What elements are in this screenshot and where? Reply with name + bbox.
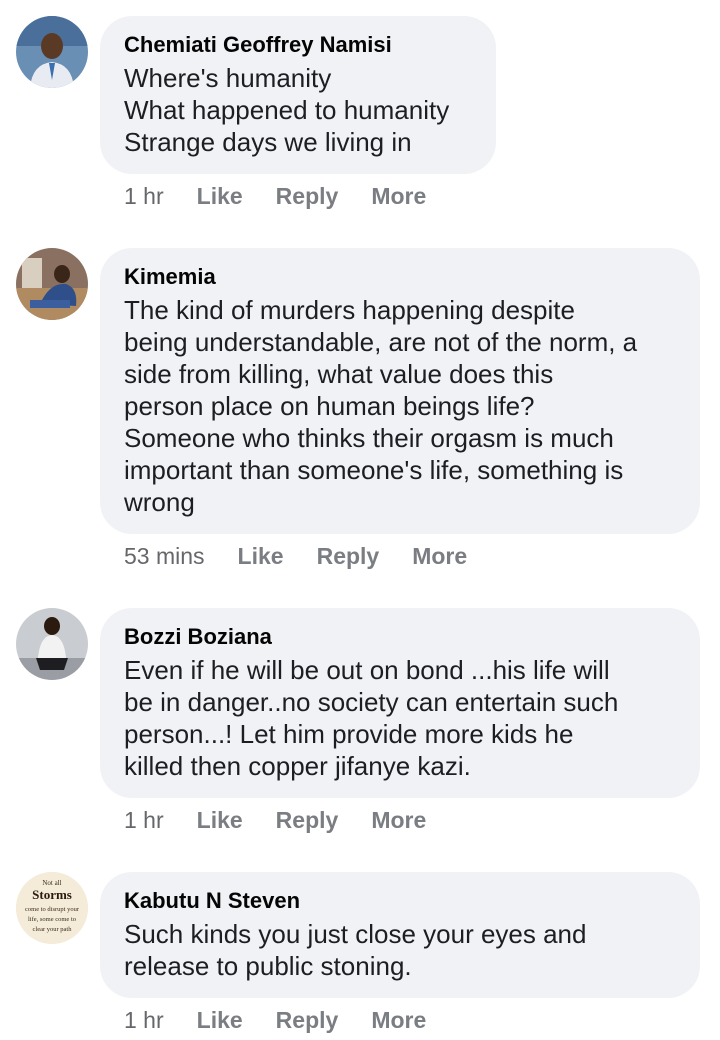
comment-text: Even if he will be out on bond ...his li… bbox=[124, 655, 619, 781]
quote-line: come to disrupt your bbox=[25, 906, 80, 913]
quote-image-icon: Not all Storms come to disrupt your life… bbox=[16, 872, 88, 944]
comment-time[interactable]: 1 hr bbox=[124, 1007, 164, 1034]
more-button[interactable]: More bbox=[371, 807, 426, 834]
avatar[interactable] bbox=[16, 248, 88, 320]
comment-text: Where's humanity What happened to humani… bbox=[124, 63, 450, 157]
comment-bubble: Chemiati Geoffrey Namisi Where's humanit… bbox=[100, 16, 496, 174]
comment-text: Such kinds you just close your eyes and … bbox=[124, 919, 587, 981]
reply-button[interactable]: Reply bbox=[276, 807, 339, 834]
profile-photo-icon bbox=[16, 16, 88, 88]
comment-bubble: Kimemia The kind of murders happening de… bbox=[100, 248, 700, 534]
profile-photo-icon bbox=[16, 248, 88, 320]
like-button[interactable]: Like bbox=[238, 543, 284, 570]
more-button[interactable]: More bbox=[412, 543, 467, 570]
like-button[interactable]: Like bbox=[197, 1007, 243, 1034]
comment-author[interactable]: Kimemia bbox=[124, 262, 676, 292]
comment-actions: 53 mins Like Reply More bbox=[124, 541, 500, 571]
comment-bubble: Kabutu N Steven Such kinds you just clos… bbox=[100, 872, 700, 998]
like-button[interactable]: Like bbox=[197, 183, 243, 210]
quote-line: life, some come to bbox=[28, 916, 76, 923]
avatar[interactable] bbox=[16, 608, 88, 680]
comment-author[interactable]: Chemiati Geoffrey Namisi bbox=[124, 30, 472, 60]
comment-time[interactable]: 53 mins bbox=[124, 543, 205, 570]
comment-actions: 1 hr Like Reply More bbox=[124, 805, 459, 835]
avatar[interactable] bbox=[16, 16, 88, 88]
quote-line: Not all bbox=[42, 879, 61, 887]
profile-photo-icon bbox=[16, 608, 88, 680]
reply-button[interactable]: Reply bbox=[276, 1007, 339, 1034]
more-button[interactable]: More bbox=[371, 183, 426, 210]
avatar[interactable]: Not all Storms come to disrupt your life… bbox=[16, 872, 88, 944]
quote-line: Storms bbox=[32, 887, 72, 902]
reply-button[interactable]: Reply bbox=[276, 183, 339, 210]
reply-button[interactable]: Reply bbox=[317, 543, 380, 570]
comment-author[interactable]: Bozzi Boziana bbox=[124, 622, 676, 652]
comment-time[interactable]: 1 hr bbox=[124, 807, 164, 834]
comment-text: The kind of murders happening despite be… bbox=[124, 295, 638, 517]
like-button[interactable]: Like bbox=[197, 807, 243, 834]
more-button[interactable]: More bbox=[371, 1007, 426, 1034]
comment-time[interactable]: 1 hr bbox=[124, 183, 164, 210]
comment-actions: 1 hr Like Reply More bbox=[124, 181, 459, 211]
quote-line: clear your path bbox=[33, 926, 73, 933]
comment-bubble: Bozzi Boziana Even if he will be out on … bbox=[100, 608, 700, 798]
comment-author[interactable]: Kabutu N Steven bbox=[124, 886, 676, 916]
comment-actions: 1 hr Like Reply More bbox=[124, 1005, 459, 1035]
